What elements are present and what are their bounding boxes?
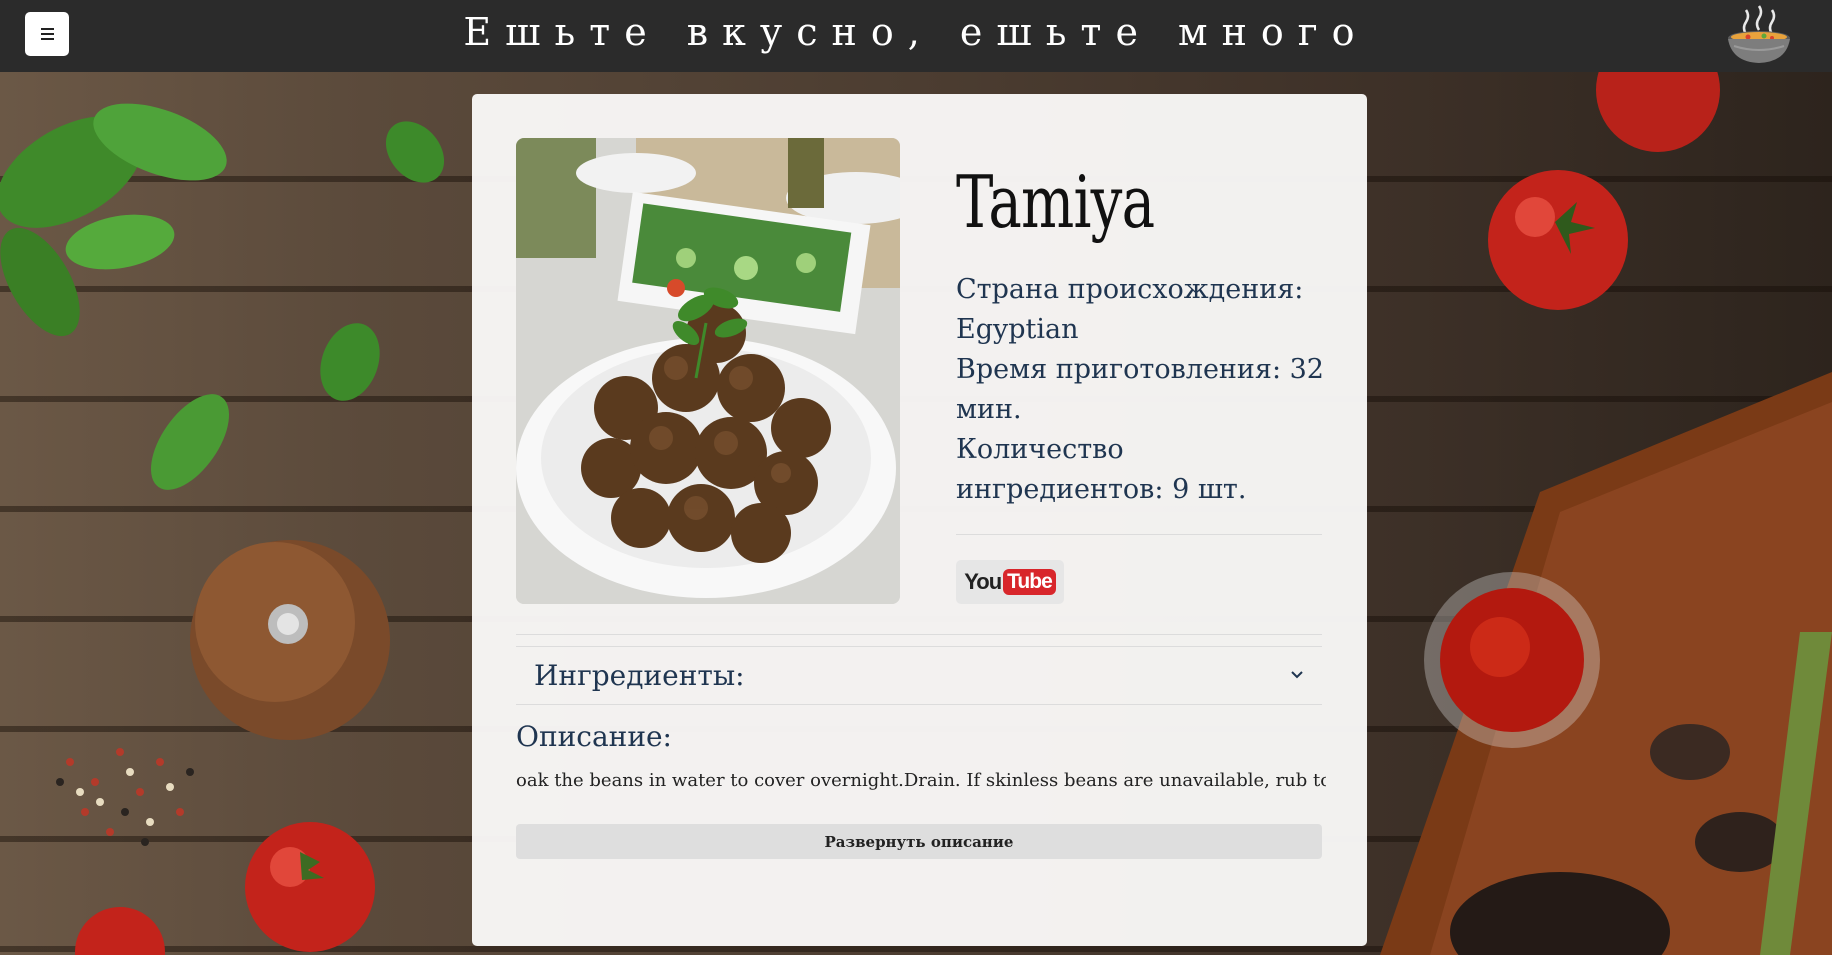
steaming-bowl-logo[interactable] xyxy=(1724,2,1794,68)
youtube-button[interactable]: You Tube xyxy=(956,560,1064,604)
youtube-logo-tube: Tube xyxy=(1003,569,1056,595)
divider xyxy=(516,634,1322,635)
site-title: Ешьте вкусно, ешьте много xyxy=(463,10,1369,54)
meta-divider xyxy=(956,534,1322,535)
country-value: Egyptian xyxy=(956,314,1079,345)
youtube-logo-you: You xyxy=(964,569,1002,594)
top-bar: Ешьте вкусно, ешьте много xyxy=(0,0,1832,72)
recipe-meta: Страна происхождения: Egyptian Время при… xyxy=(956,270,1336,510)
recipe-card: Tamiya Страна происхождения: Egyptian Вр… xyxy=(472,94,1367,946)
cooking-time: Время приготовления: 32 мин. xyxy=(956,354,1324,425)
expand-description-button[interactable]: Развернуть описание xyxy=(516,824,1322,859)
chevron-down-icon xyxy=(1291,671,1303,679)
ingredients-title: Ингредиенты: xyxy=(534,658,745,692)
tamiya-falafel-image xyxy=(516,138,900,604)
description-text: oak the beans in water to cover overnigh… xyxy=(516,770,1326,791)
divider xyxy=(516,704,1322,705)
ingredients-accordion[interactable]: Ингредиенты: xyxy=(516,646,1322,704)
description-heading: Описание: xyxy=(516,720,672,753)
dish-photo xyxy=(516,138,900,604)
recipe-title: Tamiya xyxy=(956,160,1155,244)
country-label: Страна происхождения: xyxy=(956,274,1304,305)
ingredients-count: Количество ингредиентов: 9 шт. xyxy=(956,434,1247,505)
